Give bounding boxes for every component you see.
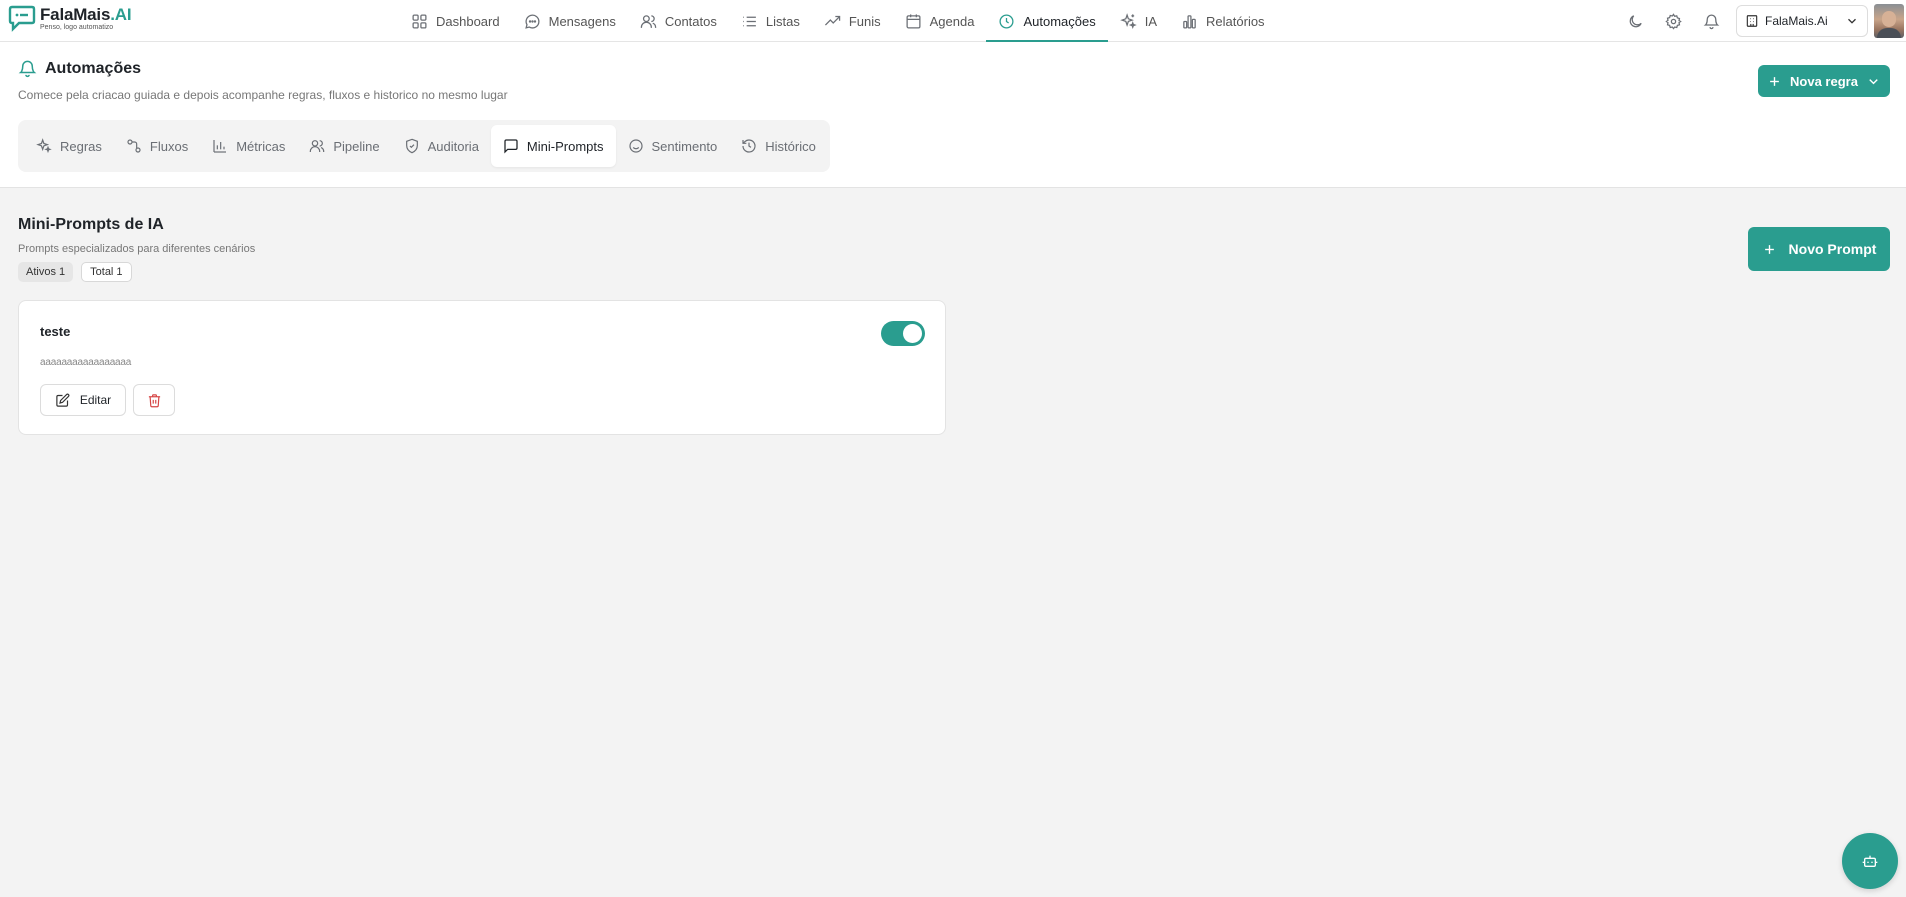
notifications-button[interactable]: [1692, 2, 1730, 40]
shield-check-icon: [405, 138, 418, 154]
tab-mini-prompts[interactable]: Mini-Prompts: [490, 125, 616, 167]
assistant-bot-button[interactable]: [1842, 833, 1898, 889]
gear-icon: [1664, 12, 1682, 30]
tab-label: Sentimento: [651, 138, 718, 154]
total-count-badge: Total 1: [81, 262, 132, 282]
nav-item-funis[interactable]: Funis: [812, 0, 893, 42]
prompt-enabled-toggle[interactable]: [881, 321, 925, 346]
tab-historico[interactable]: Histórico: [729, 125, 828, 167]
prompt-name: teste: [40, 324, 71, 339]
tab-label: Mini-Prompts: [526, 138, 604, 154]
chevron-down-icon: [1869, 78, 1878, 84]
tab-fluxos[interactable]: Fluxos: [114, 125, 200, 167]
nav-item-contatos[interactable]: Contatos: [628, 0, 729, 42]
new-rule-label: Nova regra: [1790, 73, 1858, 89]
nav-item-label: Automações: [1023, 13, 1096, 29]
bot-icon: [1862, 855, 1878, 867]
clock-icon: [999, 13, 1014, 29]
page-title-text: Automações: [45, 59, 142, 77]
chevron-down-icon: [1848, 18, 1856, 24]
automation-tabs: Regras Fluxos Métricas Pipeline Auditori…: [18, 120, 830, 172]
brand-tagline: Penso, logo automatizo: [40, 23, 114, 31]
edit-label: Editar: [79, 393, 112, 407]
trending-up-icon: [824, 15, 841, 25]
nav-item-automacoes[interactable]: Automações: [986, 0, 1109, 42]
users-icon: [310, 140, 325, 152]
list-icon: [743, 16, 756, 26]
nav-item-mensagens[interactable]: Mensagens: [512, 0, 628, 42]
user-avatar[interactable]: [1874, 4, 1904, 38]
bar-chart-icon: [213, 140, 227, 153]
account-selector[interactable]: FalaMais.Ai: [1736, 5, 1868, 37]
theme-toggle-button[interactable]: [1616, 2, 1654, 40]
main-nav: Dashboard Mensagens Contatos Listas Funi…: [399, 0, 1277, 42]
tab-regras[interactable]: Regras: [24, 125, 114, 167]
nav-item-dashboard[interactable]: Dashboard: [399, 0, 512, 42]
page-header: Automações Comece pela criacao guiada e …: [0, 42, 1906, 188]
plus-icon: [1764, 244, 1774, 254]
prompt-card: teste aaaaaaaaaaaaaaaaa Editar: [18, 300, 946, 435]
trash-icon: [148, 393, 160, 407]
message-square-icon: [504, 139, 518, 154]
edit-icon: [56, 393, 70, 407]
nav-item-label: Agenda: [929, 13, 975, 29]
active-count-badge: Ativos 1: [18, 262, 74, 282]
nav-item-listas[interactable]: Listas: [729, 0, 812, 42]
grid-icon: [412, 13, 427, 29]
plus-icon: [1770, 76, 1779, 86]
nav-item-agenda[interactable]: Agenda: [893, 0, 987, 42]
tab-label: Métricas: [236, 138, 286, 154]
nav-item-label: Funis: [848, 13, 881, 29]
message-circle-icon: [524, 14, 540, 29]
prompt-counts: Ativos 1 Total 1: [18, 262, 132, 282]
tab-metricas[interactable]: Métricas: [200, 125, 297, 167]
bell-icon: [18, 60, 37, 78]
tab-label: Fluxos: [149, 138, 189, 154]
top-navigation-bar: FalaMais.AI Penso, logo automatizo Dashb…: [0, 0, 1906, 42]
users-icon: [640, 14, 657, 28]
nav-item-label: Dashboard: [436, 13, 500, 29]
workflow-icon: [127, 139, 141, 153]
delete-prompt-button[interactable]: [133, 384, 175, 416]
nav-item-ia[interactable]: IA: [1108, 0, 1169, 42]
page-subtitle: Comece pela criacao guiada e depois acom…: [18, 88, 508, 102]
tab-auditoria[interactable]: Auditoria: [392, 125, 491, 167]
history-icon: [742, 139, 756, 153]
chat-bubble-logo-icon: [8, 5, 36, 32]
prompt-text: aaaaaaaaaaaaaaaaa: [40, 357, 132, 368]
page-title: Automações: [18, 59, 141, 78]
tab-label: Regras: [60, 138, 102, 154]
edit-prompt-button[interactable]: Editar: [40, 384, 126, 416]
nav-item-label: Mensagens: [548, 13, 616, 29]
new-prompt-label: Novo Prompt: [1788, 241, 1877, 257]
new-rule-button[interactable]: Nova regra: [1758, 65, 1890, 97]
top-actions: FalaMais.Ai: [1616, 0, 1906, 42]
building-icon: [1746, 15, 1758, 27]
section-subtitle: Prompts especializados para diferentes c…: [18, 243, 256, 255]
calendar-icon: [906, 13, 921, 29]
brand-name: FalaMais.AI: [40, 4, 132, 24]
sparkles-icon: [36, 138, 52, 154]
toggle-knob: [903, 324, 922, 343]
nav-item-label: Listas: [765, 13, 800, 29]
bell-icon: [1703, 13, 1719, 29]
nav-item-relatorios[interactable]: Relatórios: [1169, 0, 1277, 42]
nav-item-label: Contatos: [664, 13, 717, 29]
tab-sentimento[interactable]: Sentimento: [616, 125, 730, 167]
tab-pipeline[interactable]: Pipeline: [297, 125, 391, 167]
bar-chart-icon: [1183, 14, 1196, 29]
nav-item-label: IA: [1144, 13, 1158, 29]
moon-icon: [1629, 14, 1642, 27]
sparkles-icon: [1119, 12, 1137, 29]
nav-item-label: Relatórios: [1206, 13, 1265, 29]
smile-icon: [628, 139, 643, 153]
account-label: FalaMais.Ai: [1765, 14, 1828, 28]
tab-label: Auditoria: [427, 138, 479, 154]
section-title: Mini-Prompts de IA: [18, 216, 164, 233]
tab-label: Histórico: [765, 138, 816, 154]
settings-button[interactable]: [1654, 2, 1692, 40]
brand-logo[interactable]: FalaMais.AI Penso, logo automatizo: [8, 3, 132, 33]
tab-label: Pipeline: [333, 138, 380, 154]
new-prompt-button[interactable]: Novo Prompt: [1748, 227, 1890, 271]
